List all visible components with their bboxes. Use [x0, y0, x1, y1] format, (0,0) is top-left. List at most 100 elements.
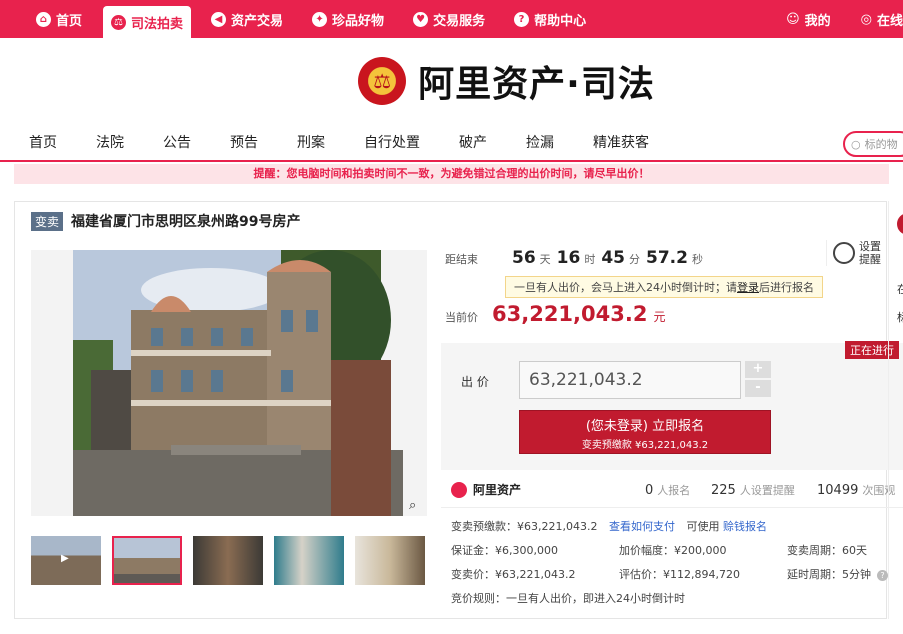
- thumbnail[interactable]: [355, 536, 425, 585]
- time-notice: 提醒：您电脑时间和拍卖时间不一致，为避免错过合理的出价时间，请尽早出价！: [14, 164, 889, 184]
- online-label: 在线: [876, 13, 903, 29]
- days-unit: 天: [539, 253, 551, 266]
- home-icon: ⌂: [36, 11, 51, 27]
- top-nav: ⌂ 首页 ⚖ 司法拍卖 ◀ 资产交易 ✦ 珍品好物 ♥ 交易服务 ? 帮助中心: [0, 0, 615, 38]
- topnav-home-label: 首页: [56, 13, 83, 29]
- seconds-unit: 秒: [691, 253, 703, 266]
- delay-text: 延时周期：5分钟: [787, 568, 871, 581]
- current-price-unit: 元: [653, 310, 666, 324]
- loan-signup-link[interactable]: 赊钱报名: [723, 520, 767, 533]
- trade-icon: ◀: [211, 11, 227, 27]
- info-icon[interactable]: ?: [877, 570, 888, 581]
- topnav-home[interactable]: ⌂ 首页: [36, 0, 82, 38]
- online-service-link[interactable]: ◎ 在线: [861, 10, 903, 29]
- set-reminder-button[interactable]: 设置 提醒: [826, 240, 881, 266]
- view-count: 10499 次围观: [817, 482, 895, 498]
- detail-deposit: 保证金：¥6,300,000: [451, 544, 558, 557]
- current-price-label: 当前价: [445, 311, 478, 324]
- thumbnail-selected[interactable]: [112, 536, 182, 585]
- topnav-judicial-label: 司法拍卖: [131, 16, 184, 32]
- countdown-seconds: 57.2: [646, 248, 688, 268]
- mainnav-court[interactable]: 法院: [96, 132, 124, 152]
- how-to-pay-link[interactable]: 查看如何支付: [609, 520, 675, 533]
- minutes-unit: 分: [629, 253, 641, 266]
- mainnav-self-disposal[interactable]: 自行处置: [364, 132, 420, 152]
- countdown-tip: 一旦有人出价，会马上进入24小时倒计时；请登录后进行报名: [505, 276, 823, 298]
- mainnav-bargain[interactable]: 捡漏: [526, 132, 554, 152]
- signup-count-label: 人报名: [657, 483, 691, 497]
- loan-prefix: 可使用: [686, 520, 720, 533]
- detail-rule: 竞价规则：一旦有人出价，即进入24小时倒计时: [451, 592, 685, 605]
- bid-stepper: + -: [745, 361, 771, 399]
- help-icon: ?: [514, 11, 530, 27]
- photo-thumbnails: ▶: [31, 536, 425, 585]
- heart-icon: ♥: [413, 11, 429, 27]
- topnav-treasures[interactable]: ✦ 珍品好物: [312, 0, 384, 38]
- topnav-service[interactable]: ♥ 交易服务: [413, 0, 485, 38]
- thumbnail[interactable]: [274, 536, 344, 585]
- current-price-value: 63,221,043.2: [492, 302, 648, 326]
- right-side-panel-partial: 在 标: [888, 201, 903, 619]
- main-nav: 首页 法院 公告 预告 刑案 自行处置 破产 捡漏 精准获客 ○ 标的物: [0, 124, 903, 162]
- logo-row: ⚖ 阿里资产·司法: [0, 38, 903, 124]
- mainnav-preview[interactable]: 预告: [230, 132, 258, 152]
- decrease-bid-button[interactable]: -: [745, 380, 771, 397]
- right-partial-text-1: 在: [897, 283, 903, 296]
- countdown: 距结束 56 天 16 时 45 分 57.2 秒: [445, 248, 705, 268]
- countdown-days: 56: [512, 248, 536, 268]
- countdown-label: 距结束: [445, 253, 478, 266]
- detail-delay: 延时周期：5分钟?: [787, 566, 888, 582]
- zoom-icon[interactable]: ⌕: [409, 498, 427, 516]
- topnav-help[interactable]: ? 帮助中心: [514, 0, 586, 38]
- court-emblem-icon: ⚖: [358, 57, 407, 105]
- topnav-judicial-auction[interactable]: ⚖ 司法拍卖: [103, 6, 192, 38]
- stats-bar: 阿里资产 0 人报名 225 人设置提醒 10499 次围观: [441, 472, 903, 508]
- user-icon: ☺: [786, 11, 800, 27]
- treasure-icon: ✦: [312, 11, 328, 27]
- thumbnail[interactable]: [193, 536, 263, 585]
- thumbnail-video[interactable]: ▶: [31, 536, 101, 585]
- court-badge-icon: [897, 213, 903, 235]
- mainnav-bankruptcy[interactable]: 破产: [459, 132, 487, 152]
- bid-amount-input[interactable]: 63,221,043.2: [519, 361, 741, 399]
- mainnav-home[interactable]: 首页: [29, 132, 57, 152]
- main-property-photo[interactable]: ⌕: [31, 250, 427, 516]
- topnav-asset-trade[interactable]: ◀ 资产交易: [211, 0, 283, 38]
- reminder-count-value: 225: [711, 482, 736, 498]
- mainnav-criminal[interactable]: 刑案: [297, 132, 325, 152]
- gavel-icon: ⚖: [111, 14, 127, 30]
- top-bar: ⌂ 首页 ⚖ 司法拍卖 ◀ 资产交易 ✦ 珍品好物 ♥ 交易服务 ? 帮助中心 ☺ 我的 ◎ 在…: [0, 0, 903, 38]
- brand-name: 阿里资产: [473, 483, 522, 497]
- reminder-count-label: 人设置提醒: [739, 483, 795, 497]
- search-icon: ○: [851, 137, 861, 151]
- tip-after: 后进行报名: [759, 281, 814, 294]
- detail-increment: 加价幅度：¥200,000: [619, 544, 727, 557]
- countdown-minutes: 45: [601, 248, 626, 268]
- bid-box: 正在进行 出 价 63,221,043.2 + - (您未登录) 立即报名 变卖…: [441, 341, 903, 470]
- mainnav-announcement[interactable]: 公告: [163, 132, 191, 152]
- tip-login-link[interactable]: 登录: [737, 281, 759, 294]
- sale-type-badge: 变卖: [31, 211, 64, 231]
- detail-appraisal: 评估价：¥112,894,720: [619, 568, 740, 581]
- alarm-clock-icon: [833, 242, 855, 264]
- site-logo-text[interactable]: 阿里资产·司法: [418, 55, 655, 107]
- topnav-help-label: 帮助中心: [534, 13, 587, 29]
- topnav-treasures-label: 珍品好物: [332, 13, 385, 29]
- bid-label: 出 价: [461, 375, 489, 389]
- search-placeholder: 标的物: [864, 138, 898, 151]
- register-now-button[interactable]: (您未登录) 立即报名 变卖预缴款 ¥63,221,043.2: [519, 410, 771, 454]
- register-button-subtext: 变卖预缴款 ¥63,221,043.2: [581, 440, 709, 451]
- headset-icon: ◎: [860, 11, 872, 27]
- detail-prepay-row: 变卖预缴款：¥63,221,043.2 查看如何支付 可使用 赊钱报名: [451, 518, 767, 534]
- my-label: 我的: [804, 13, 831, 29]
- search-input[interactable]: ○ 标的物: [843, 131, 903, 157]
- increase-bid-button[interactable]: +: [745, 361, 771, 378]
- my-account-link[interactable]: ☺ 我的: [786, 10, 831, 29]
- remind-line2: 提醒: [859, 253, 881, 266]
- signup-count: 0 人报名: [645, 482, 690, 498]
- detail-period: 变卖周期：60天: [787, 544, 867, 557]
- mainnav-precise-customer[interactable]: 精准获客: [593, 132, 649, 152]
- remind-line1: 设置: [859, 240, 881, 253]
- prepay-text: 变卖预缴款：¥63,221,043.2: [451, 520, 598, 533]
- signup-count-value: 0: [645, 482, 654, 498]
